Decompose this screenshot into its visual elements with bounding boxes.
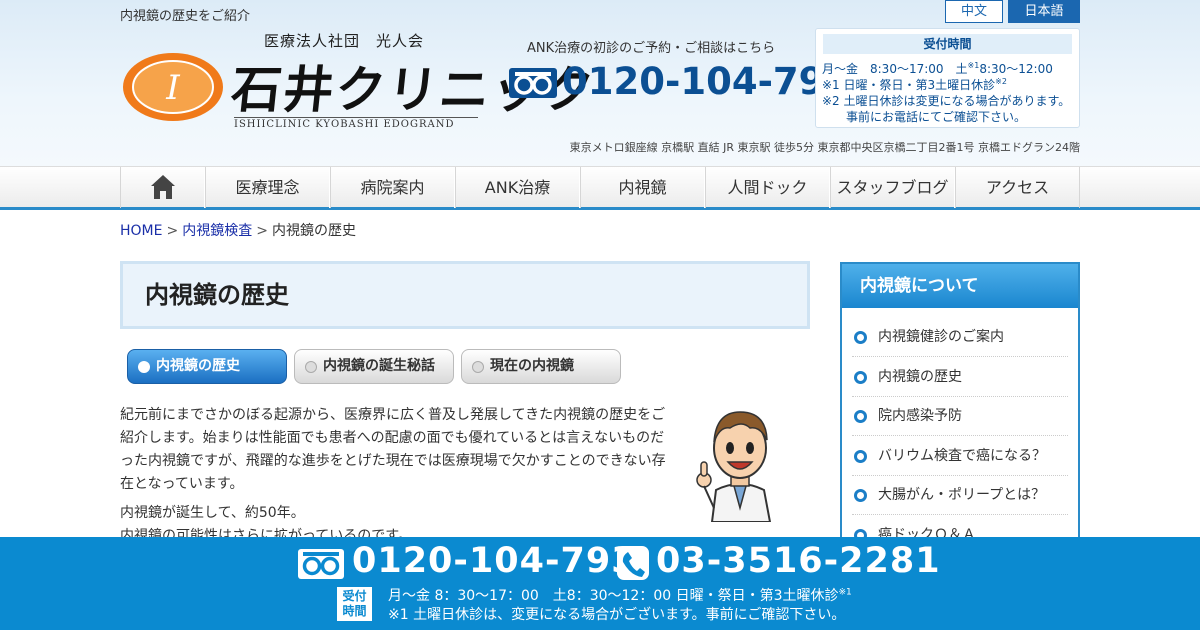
- hours-line-3: ※2 土曜日休診は変更になる場合があります。: [822, 94, 1071, 108]
- freedial-icon: [509, 68, 557, 98]
- freedial-icon: [298, 549, 344, 579]
- home-icon: [150, 174, 175, 199]
- hours-line-2: ※1 日曜・祭日・第3土曜日休診※2: [822, 77, 1007, 92]
- play-icon: [472, 361, 484, 373]
- breadcrumb-separator: >: [256, 223, 268, 239]
- breadcrumb-home[interactable]: HOME: [120, 223, 162, 239]
- sidebar-item-infection-control[interactable]: 院内感染予防: [852, 397, 1068, 436]
- footer-phone-number[interactable]: 03-3516-2281: [656, 541, 941, 581]
- intro-paragraph: 紀元前にまでさかのぼる起源から、医療界に広く普及し発展してきた内視鏡の歴史をご紹…: [120, 407, 666, 492]
- breadcrumb-current: 内視鏡の歴史: [271, 223, 356, 239]
- tab-endoscope-history[interactable]: 内視鏡の歴史: [127, 349, 287, 384]
- sidebar-item-colon-cancer[interactable]: 大腸がん・ポリープとは？: [852, 476, 1068, 515]
- lang-japanese-link[interactable]: 日本語: [1008, 0, 1080, 23]
- breadcrumb-separator: >: [166, 223, 179, 239]
- site-tagline: 内視鏡の歴史をご紹介: [120, 9, 251, 24]
- tab-current-endoscope[interactable]: 現在の内視鏡: [461, 349, 621, 384]
- doctor-illustration-icon: [696, 411, 772, 522]
- nav-staff-blog[interactable]: スタッフブログ: [830, 167, 955, 208]
- access-info: 東京メトロ銀座線 京橋駅 直結 JR 東京駅 徒歩5分 東京都中央区京橋二丁目2…: [569, 141, 1080, 154]
- page-title: 内視鏡の歴史: [120, 261, 810, 329]
- sidebar-item-checkup-guide[interactable]: 内視鏡健診のご案内: [852, 318, 1068, 357]
- bullet-icon: [854, 410, 867, 423]
- lang-chinese-link[interactable]: 中文: [945, 0, 1003, 23]
- fixed-contact-bar: 0120-104-793 03-3516-2281 受付 時間 月～金 8：30…: [0, 537, 1200, 630]
- sidebar: 内視鏡について 内視鏡健診のご案内 内視鏡の歴史 院内感染予防 バリウム検査で癌…: [840, 262, 1080, 562]
- sidebar-item-barium[interactable]: バリウム検査で癌になる？: [852, 437, 1068, 476]
- badge-line: 時間: [342, 604, 367, 618]
- sidebar-item-label: 大腸がん・ポリープとは？: [878, 487, 1046, 503]
- nav-health-checkup[interactable]: 人間ドック: [705, 167, 830, 208]
- hours-title: 受付時間: [823, 34, 1072, 54]
- freedial-number[interactable]: 0120-104-793: [562, 60, 850, 103]
- nav-access[interactable]: アクセス: [955, 167, 1080, 208]
- logo-letter: I: [165, 68, 180, 108]
- sidebar-item-label: 内視鏡の歴史: [878, 369, 962, 385]
- hours-line-4: 事前にお電話にてご確認下さい。: [846, 110, 1027, 124]
- hours-line-1: 月～金 8:30～17:00 土※18:30～12:00: [822, 61, 1053, 76]
- nav-home[interactable]: [120, 167, 205, 208]
- breadcrumb: HOME > 内視鏡検査 > 内視鏡の歴史: [120, 220, 356, 240]
- phone-icon: [617, 546, 649, 580]
- nav-endoscope[interactable]: 内視鏡: [580, 167, 705, 208]
- sidebar-item-label: バリウム検査で癌になる？: [878, 448, 1046, 464]
- sidebar-title: 内視鏡について: [842, 264, 1078, 308]
- ank-reservation-lead: ANK治療の初診のご予約・ご相談はこちら: [527, 41, 776, 56]
- play-icon: [305, 361, 317, 373]
- sidebar-item-label: 院内感染予防: [878, 408, 962, 424]
- tab-label: 内視鏡の歴史: [156, 358, 240, 374]
- nav-hospital-info[interactable]: 病院案内: [330, 167, 455, 208]
- bullet-icon: [854, 450, 867, 463]
- paragraph-line: 内視鏡が誕生して、約50年。: [120, 505, 305, 521]
- corporation-name: 医療法人社団 光人会: [264, 32, 425, 50]
- nav-ank-treatment[interactable]: ANK治療: [455, 167, 580, 208]
- sidebar-item-label: 内視鏡健診のご案内: [878, 329, 1004, 345]
- site-header: 内視鏡の歴史をご紹介 中文 日本語 I 医療法人社団 光人会 石井クリニック I…: [0, 0, 1200, 166]
- reception-hours-badge: 受付 時間: [337, 587, 372, 621]
- clinic-logo-icon[interactable]: I: [122, 52, 224, 122]
- clinic-subtitle: ISHIICLINIC KYOBASHI EDOGRAND: [234, 117, 478, 130]
- tab-label: 内視鏡の誕生秘話: [323, 358, 435, 374]
- sidebar-item-history[interactable]: 内視鏡の歴史: [852, 358, 1068, 397]
- breadcrumb-endoscopy[interactable]: 内視鏡検査: [182, 223, 252, 239]
- footer-note-line: ※1 土曜日休診は、変更になる場合がございます。事前にご確認下さい。: [388, 607, 846, 623]
- nav-philosophy[interactable]: 医療理念: [205, 167, 330, 208]
- bullet-icon: [854, 489, 867, 502]
- tab-endoscope-origin[interactable]: 内視鏡の誕生秘話: [294, 349, 454, 384]
- footer-freedial-number[interactable]: 0120-104-793: [352, 541, 637, 581]
- play-icon: [138, 361, 150, 373]
- tab-label: 現在の内視鏡: [490, 358, 574, 374]
- bullet-icon: [854, 331, 867, 344]
- footer-hours-line: 月～金 8：30～17：00 土8：30～12：00 日曜・祭日・第3土曜休診※…: [388, 587, 852, 604]
- badge-line: 受付: [342, 589, 367, 603]
- global-nav: 医療理念 病院案内 ANK治療 内視鏡 人間ドック スタッフブログ アクセス: [0, 166, 1200, 210]
- bullet-icon: [854, 371, 867, 384]
- reception-hours-box: 受付時間 月～金 8:30～17:00 土※18:30～12:00 ※1 日曜・…: [815, 28, 1080, 128]
